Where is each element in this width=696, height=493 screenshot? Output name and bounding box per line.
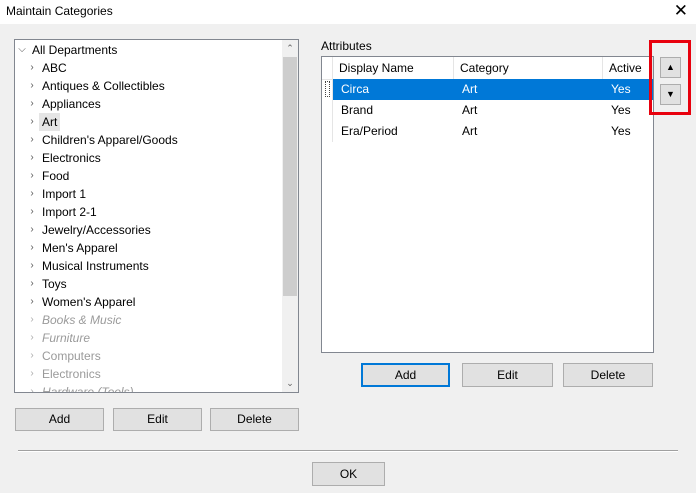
- tree-node-label: Import 2-1: [42, 205, 97, 219]
- title-bar: Maintain Categories ✕: [0, 0, 696, 24]
- scroll-up-icon[interactable]: ⌃: [282, 40, 298, 57]
- edit-attribute-button[interactable]: Edit: [462, 363, 553, 387]
- cell-category[interactable]: Art: [454, 100, 603, 121]
- tree-node-label: Electronics: [42, 151, 101, 165]
- tree-scrollbar[interactable]: ⌃ ⌄: [282, 40, 298, 392]
- add-category-button[interactable]: Add: [15, 408, 104, 431]
- expand-chevron-icon[interactable]: ›: [25, 95, 39, 113]
- tree-node-label: ABC: [42, 61, 67, 75]
- tree-node-label: Art: [39, 113, 61, 131]
- attributes-grid[interactable]: Display Name Category Active Circa Art Y…: [321, 56, 654, 353]
- expand-chevron-icon[interactable]: ›: [25, 257, 39, 275]
- expand-chevron-icon[interactable]: ›: [25, 311, 39, 329]
- tree-node-label: Antiques & Collectibles: [42, 79, 165, 93]
- cell-category[interactable]: Art: [454, 79, 603, 100]
- tree-node-label: Musical Instruments: [42, 259, 149, 273]
- cell-category[interactable]: Art: [454, 121, 603, 142]
- attributes-label: Attributes: [321, 39, 372, 53]
- cell-active[interactable]: Yes: [603, 79, 653, 100]
- expand-chevron-icon[interactable]: ›: [25, 275, 39, 293]
- collapse-chevron-icon[interactable]: ⌵: [15, 41, 29, 59]
- tree-node-label: Books & Music: [42, 313, 122, 327]
- window-title: Maintain Categories: [6, 4, 113, 18]
- tree-node-label: Jewelry/Accessories: [42, 223, 151, 237]
- expand-chevron-icon[interactable]: ›: [25, 59, 39, 77]
- cell-active[interactable]: Yes: [603, 100, 653, 121]
- divider: [18, 450, 678, 452]
- expand-chevron-icon[interactable]: ›: [25, 167, 39, 185]
- table-row[interactable]: Era/Period Art Yes: [322, 121, 653, 142]
- cell-display-name[interactable]: Brand: [333, 100, 454, 121]
- close-icon[interactable]: ✕: [674, 1, 688, 21]
- expand-chevron-icon[interactable]: ›: [25, 221, 39, 239]
- expand-chevron-icon[interactable]: ›: [25, 329, 39, 347]
- tree-node-label: Furniture: [42, 331, 91, 345]
- row-header[interactable]: [322, 121, 333, 142]
- column-header-active[interactable]: Active: [603, 57, 653, 79]
- expand-chevron-icon[interactable]: ›: [25, 185, 39, 203]
- expand-chevron-icon[interactable]: ›: [25, 293, 39, 311]
- delete-category-button[interactable]: Delete: [210, 408, 299, 431]
- tree-node-label: Hardware (Tools): [42, 385, 134, 392]
- column-header-category[interactable]: Category: [454, 57, 603, 79]
- column-header-display-name[interactable]: Display Name: [333, 57, 454, 79]
- tree-node-label: Children's Apparel/Goods: [42, 133, 178, 147]
- cell-display-name[interactable]: Circa: [333, 79, 454, 100]
- row-header-corner: [322, 57, 333, 79]
- expand-chevron-icon[interactable]: ›: [25, 131, 39, 149]
- table-row-selected[interactable]: Circa Art Yes: [322, 79, 653, 100]
- tree-node-label: Women's Apparel: [42, 295, 136, 309]
- expand-chevron-icon[interactable]: ›: [25, 203, 39, 221]
- department-tree[interactable]: ⌵ All Departments › ABC › Antiques & Colle…: [14, 39, 299, 393]
- ok-button[interactable]: OK: [312, 462, 385, 486]
- expand-chevron-icon[interactable]: ›: [25, 77, 39, 95]
- scroll-down-icon[interactable]: ⌄: [282, 375, 298, 392]
- cell-active[interactable]: Yes: [603, 121, 653, 142]
- tree-node-label: Toys: [42, 277, 67, 291]
- tree-content: ⌵ All Departments › ABC › Antiques & Colle…: [15, 40, 282, 392]
- delete-attribute-button[interactable]: Delete: [563, 363, 653, 387]
- expand-chevron-icon[interactable]: ›: [25, 239, 39, 257]
- tree-node-label: Import 1: [42, 187, 87, 201]
- tree-node-label: Appliances: [42, 97, 101, 111]
- tree-node-label: Electronics: [42, 367, 101, 381]
- scroll-thumb[interactable]: [283, 57, 297, 296]
- tree-node-label: Food: [42, 169, 70, 183]
- edit-category-button[interactable]: Edit: [113, 408, 202, 431]
- cell-display-name[interactable]: Era/Period: [333, 121, 454, 142]
- tree-node-label: Men's Apparel: [42, 241, 118, 255]
- row-header[interactable]: [322, 100, 333, 121]
- grid-header: Display Name Category Active: [322, 57, 653, 80]
- row-header[interactable]: [322, 79, 333, 100]
- highlight-annotation-box: [649, 40, 691, 115]
- expand-chevron-icon[interactable]: ›: [25, 149, 39, 167]
- tree-node-label: All Departments: [32, 43, 118, 57]
- expand-chevron-icon[interactable]: ›: [25, 383, 39, 392]
- expand-chevron-icon[interactable]: ›: [25, 347, 39, 365]
- expand-chevron-icon[interactable]: ›: [25, 113, 39, 131]
- expand-chevron-icon[interactable]: ›: [25, 365, 39, 383]
- table-row[interactable]: Brand Art Yes: [322, 100, 653, 121]
- add-attribute-button[interactable]: Add: [361, 363, 450, 387]
- tree-node-label: Computers: [42, 349, 101, 363]
